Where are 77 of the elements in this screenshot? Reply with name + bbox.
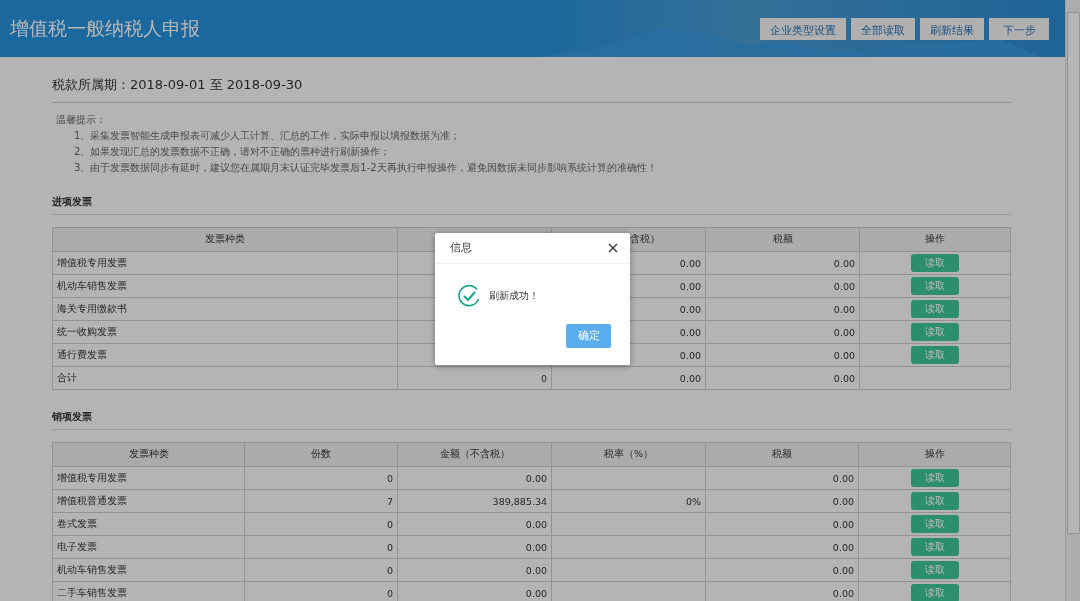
header-button[interactable]: 下一步: [989, 17, 1049, 40]
read-button[interactable]: 读取: [910, 538, 959, 556]
table-cell: 7: [245, 490, 398, 513]
table-cell: 电子发票: [53, 536, 245, 559]
table-cell: 0: [245, 513, 398, 536]
table-cell: 0.00: [398, 582, 552, 601]
check-circle-icon: [457, 284, 481, 308]
table-cell: 0.00: [706, 298, 860, 321]
table-cell: 0: [398, 367, 552, 390]
notice-item: 3、由于发票数据同步有延时，建议您在属期月末认证完毕发票后1-2天再执行申报操作，避免因数据未同步影响系统计算的准确性！: [73, 161, 658, 175]
read-button[interactable]: 读取: [910, 492, 959, 510]
table-cell: 0.00: [706, 252, 860, 275]
table-cell: 0.00: [552, 367, 706, 390]
column-header: 金额（不含税）: [398, 443, 552, 467]
notice-item: 1、采集发票智能生成申报表可减少人工计算、汇总的工作，实际申报以填报数据为准；: [73, 129, 462, 143]
table-cell: 0.00: [706, 582, 859, 601]
table-cell: 机动车销售发票: [53, 275, 398, 298]
read-button[interactable]: 读取: [911, 254, 959, 272]
read-button[interactable]: 读取: [910, 584, 959, 601]
table-cell: 0.00: [706, 275, 860, 298]
table-cell: 二手车销售发票: [53, 582, 245, 601]
table-cell: 0%: [552, 490, 706, 513]
read-button[interactable]: 读取: [911, 323, 959, 341]
table-cell: 海关专用缴款书: [53, 298, 398, 321]
column-header: 发票种类: [53, 228, 398, 252]
table-cell: 0: [245, 559, 398, 582]
tax-period: 税款所属期：2018-09-01 至 2018-09-30: [52, 74, 1011, 103]
table-cell: 0.00: [706, 467, 859, 490]
read-button[interactable]: 读取: [910, 515, 959, 533]
table-cell: 通行费发票: [53, 344, 398, 367]
table-cell: 0: [245, 582, 398, 601]
page-title: 增值税一般纳税人申报: [10, 15, 200, 41]
header-button[interactable]: 企业类型设置: [760, 17, 846, 40]
column-header: 份数: [245, 443, 398, 467]
column-header: 发票种类: [53, 443, 245, 467]
column-header: 税率（%）: [552, 443, 706, 467]
scrollbar-thumb[interactable]: [1066, 12, 1080, 534]
table-cell: 0.00: [706, 367, 860, 390]
notice-item: 2、如果发现汇总的发票数据不正确，请对不正确的票种进行刷新操作；: [73, 145, 392, 159]
dialog-title: 信息: [450, 241, 472, 255]
column-header: 操作: [860, 228, 1011, 252]
table-cell: 0.00: [706, 344, 860, 367]
close-icon[interactable]: [608, 243, 618, 253]
table-cell: 卷式发票: [53, 513, 245, 536]
table-cell: 0.00: [398, 536, 552, 559]
read-button[interactable]: 读取: [911, 277, 959, 295]
table-cell: 0.00: [706, 559, 859, 582]
header-button[interactable]: 刷新结果: [920, 17, 984, 40]
table-cell: 0: [245, 467, 398, 490]
read-button[interactable]: 读取: [911, 346, 959, 364]
header-button[interactable]: 全部读取: [851, 17, 915, 40]
table-cell: 389,885.34: [398, 490, 552, 513]
table-cell: 0.00: [398, 559, 552, 582]
table-cell: 机动车销售发票: [53, 559, 245, 582]
dialog-message: 刷新成功！: [489, 289, 539, 303]
read-button[interactable]: 读取: [911, 300, 959, 318]
confirm-button[interactable]: 确定: [566, 324, 611, 348]
table-cell: 0.00: [398, 467, 552, 490]
read-button[interactable]: 读取: [910, 469, 959, 487]
table-cell: 增值税专用发票: [53, 252, 398, 275]
table-cell: 0: [245, 536, 398, 559]
notice-title: 温馨提示：: [56, 113, 107, 127]
table-cell: 0.00: [706, 321, 860, 344]
section-title: 进项发票: [52, 175, 1011, 215]
column-header: 税额: [706, 228, 860, 252]
table-cell: 合计: [53, 367, 398, 390]
column-header: 操作: [859, 443, 1011, 467]
read-button[interactable]: 读取: [910, 561, 959, 579]
section-title: 销项发票: [52, 390, 1011, 430]
table-cell: 统一收购发票: [53, 321, 398, 344]
table-cell: 0.00: [706, 536, 859, 559]
table-cell: 0.00: [706, 490, 859, 513]
table-cell: 0.00: [398, 513, 552, 536]
table-cell: 增值税专用发票: [53, 467, 245, 490]
column-header: 税额: [706, 443, 859, 467]
table-cell: 0.00: [706, 513, 859, 536]
table-cell: 增值税普通发票: [53, 490, 245, 513]
